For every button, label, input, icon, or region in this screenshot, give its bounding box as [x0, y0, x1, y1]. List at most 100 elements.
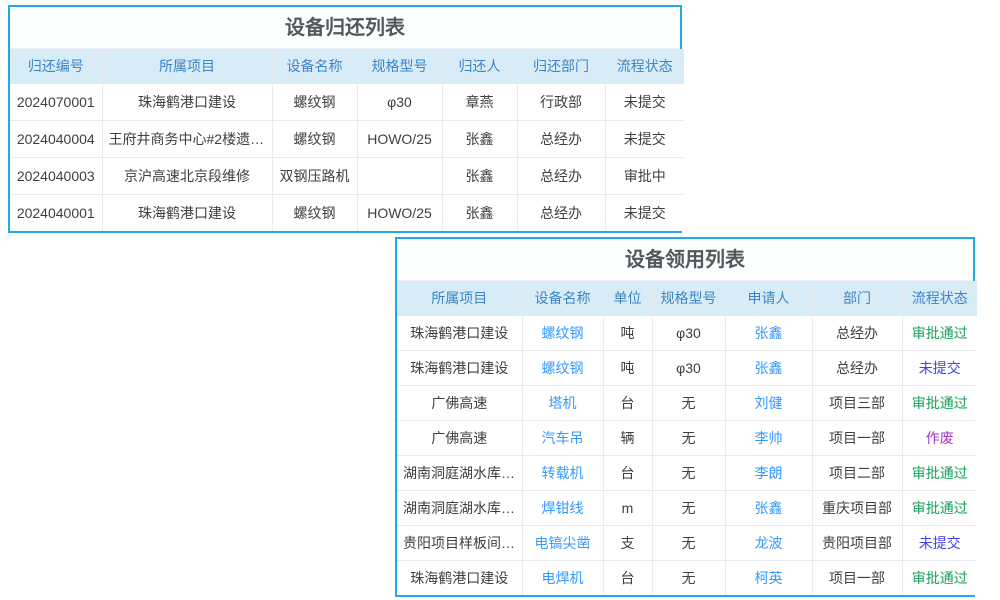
- cell-link[interactable]: 张鑫: [755, 500, 783, 516]
- column-header: 归还编号: [10, 49, 102, 83]
- cell-text: 台: [621, 395, 635, 411]
- column-header: 流程状态: [605, 49, 684, 83]
- cell: 双钢压路机: [272, 157, 357, 194]
- table-row: 广佛高速汽车吊辆无李帅项目一部作废: [397, 420, 977, 455]
- cell: 未提交: [605, 83, 684, 120]
- table-row: 湖南洞庭湖水库引... 转载机 台 无 李朗 项目二部 审批通过: [397, 455, 977, 490]
- cell: 珠海鹤港口建设: [102, 194, 272, 231]
- link-cell: 张鑫: [725, 490, 812, 525]
- table-row: 贵阳项目样板间、...电镐尖凿支无龙波贵阳项目部未提交: [397, 525, 977, 560]
- cell: m: [603, 490, 652, 525]
- cell-text: 张鑫: [466, 205, 494, 221]
- cell-text: 珠海鹤港口建设: [410, 360, 508, 376]
- cell: φ30: [357, 83, 442, 120]
- cell-link[interactable]: 李帅: [755, 430, 783, 446]
- cell-text: 湖南洞庭湖水库引...: [403, 465, 522, 481]
- cell-text: 2024040001: [17, 205, 95, 221]
- cell: 张鑫: [442, 120, 517, 157]
- status-cell: 审批通过: [902, 385, 977, 420]
- cell: 2024040003: [10, 157, 102, 194]
- cell-text: 贵阳项目部: [822, 535, 892, 551]
- cell-text: 2024040003: [17, 168, 95, 184]
- status-text: 审批通过: [912, 465, 968, 481]
- status-cell: 未提交: [902, 525, 977, 560]
- cell-link[interactable]: 螺纹钢: [542, 360, 584, 376]
- cell: 广佛高速: [397, 420, 522, 455]
- status-cell: 审批通过: [902, 455, 977, 490]
- link-cell: 转载机: [522, 455, 603, 490]
- equipment-requisition-title: 设备领用列表: [397, 239, 973, 281]
- status-text: 审批通过: [912, 570, 968, 586]
- cell: φ30: [652, 350, 725, 385]
- cell: 无: [652, 560, 725, 595]
- cell-text: 王府井商务中心#2楼遗留...: [109, 131, 273, 147]
- cell-text: 行政部: [540, 94, 582, 110]
- cell-link[interactable]: 焊钳线: [542, 500, 584, 516]
- cell-text: HOWO/25: [367, 205, 432, 221]
- cell-text: 章燕: [466, 94, 494, 110]
- cell: 王府井商务中心#2楼遗留...: [102, 120, 272, 157]
- cell-text: 项目一部: [829, 430, 885, 446]
- cell-link[interactable]: 张鑫: [755, 325, 783, 341]
- status-text: 审批通过: [912, 325, 968, 341]
- link-cell: 刘健: [725, 385, 812, 420]
- cell: HOWO/25: [357, 194, 442, 231]
- cell-link[interactable]: 龙波: [755, 535, 783, 551]
- cell: 无: [652, 525, 725, 560]
- link-cell: 电焊机: [522, 560, 603, 595]
- status-cell: 审批通过: [902, 560, 977, 595]
- cell: 行政部: [517, 83, 605, 120]
- table-row: 湖南洞庭湖水库引...焊钳线m无张鑫重庆项目部审批通过: [397, 490, 977, 525]
- cell-link[interactable]: 刘健: [755, 395, 783, 411]
- column-header: 所属项目: [102, 49, 272, 83]
- cell-text: 珠海鹤港口建设: [410, 325, 508, 341]
- cell-text: m: [622, 500, 634, 516]
- cell-text: 无: [682, 465, 696, 481]
- cell-link[interactable]: 塔机: [549, 395, 577, 411]
- cell-text: 未提交: [624, 94, 666, 110]
- cell: 无: [652, 490, 725, 525]
- cell: 贵阳项目部: [812, 525, 902, 560]
- status-cell: 作废: [902, 420, 977, 455]
- equipment-return-title: 设备归还列表: [10, 7, 680, 49]
- cell: 章燕: [442, 83, 517, 120]
- cell-link[interactable]: 李朗: [755, 465, 783, 481]
- cell-link[interactable]: 转载机: [542, 465, 584, 481]
- column-header: 规格型号: [357, 49, 442, 83]
- column-header: 流程状态: [902, 281, 977, 315]
- cell: 总经办: [517, 120, 605, 157]
- cell-text: 珠海鹤港口建设: [410, 570, 508, 586]
- cell-link[interactable]: 螺纹钢: [542, 325, 584, 341]
- status-text: 审批通过: [912, 500, 968, 516]
- cell-link[interactable]: 张鑫: [755, 360, 783, 376]
- link-cell: 张鑫: [725, 315, 812, 350]
- cell-text: 支: [621, 535, 635, 551]
- cell: 螺纹钢: [272, 194, 357, 231]
- cell-text: 无: [682, 570, 696, 586]
- link-cell: 焊钳线: [522, 490, 603, 525]
- cell-text: 台: [621, 465, 635, 481]
- cell: 总经办: [517, 157, 605, 194]
- cell-link[interactable]: 电镐尖凿: [535, 535, 591, 551]
- cell: 项目一部: [812, 420, 902, 455]
- cell-text: 未提交: [624, 131, 666, 147]
- cell-text: 总经办: [540, 168, 582, 184]
- equipment-return-table: 归还编号所属项目设备名称规格型号归还人归还部门流程状态2024070001珠海鹤…: [10, 49, 684, 231]
- table-row: 2024040003京沪高速北京段维修双钢压路机张鑫总经办审批中: [10, 157, 684, 194]
- status-cell: 审批通过: [902, 490, 977, 525]
- equipment-requisition-card: 设备领用列表 所属项目设备名称单位规格型号申请人部门流程状态珠海鹤港口建设螺纹钢…: [395, 237, 975, 597]
- cell-text: 京沪高速北京段维修: [124, 168, 250, 184]
- cell-link[interactable]: 汽车吊: [542, 430, 584, 446]
- cell: 台: [603, 455, 652, 490]
- cell-text: 总经办: [836, 325, 878, 341]
- cell-text: 项目二部: [829, 465, 885, 481]
- cell: 无: [652, 455, 725, 490]
- column-header: 设备名称: [522, 281, 603, 315]
- column-header: 归还部门: [517, 49, 605, 83]
- cell-text: 吨: [621, 360, 635, 376]
- cell-link[interactable]: 柯英: [755, 570, 783, 586]
- cell-link[interactable]: 电焊机: [542, 570, 584, 586]
- table-row: 广佛高速塔机台无刘健项目三部审批通过: [397, 385, 977, 420]
- cell-text: 吨: [621, 325, 635, 341]
- cell: 湖南洞庭湖水库引...: [397, 490, 522, 525]
